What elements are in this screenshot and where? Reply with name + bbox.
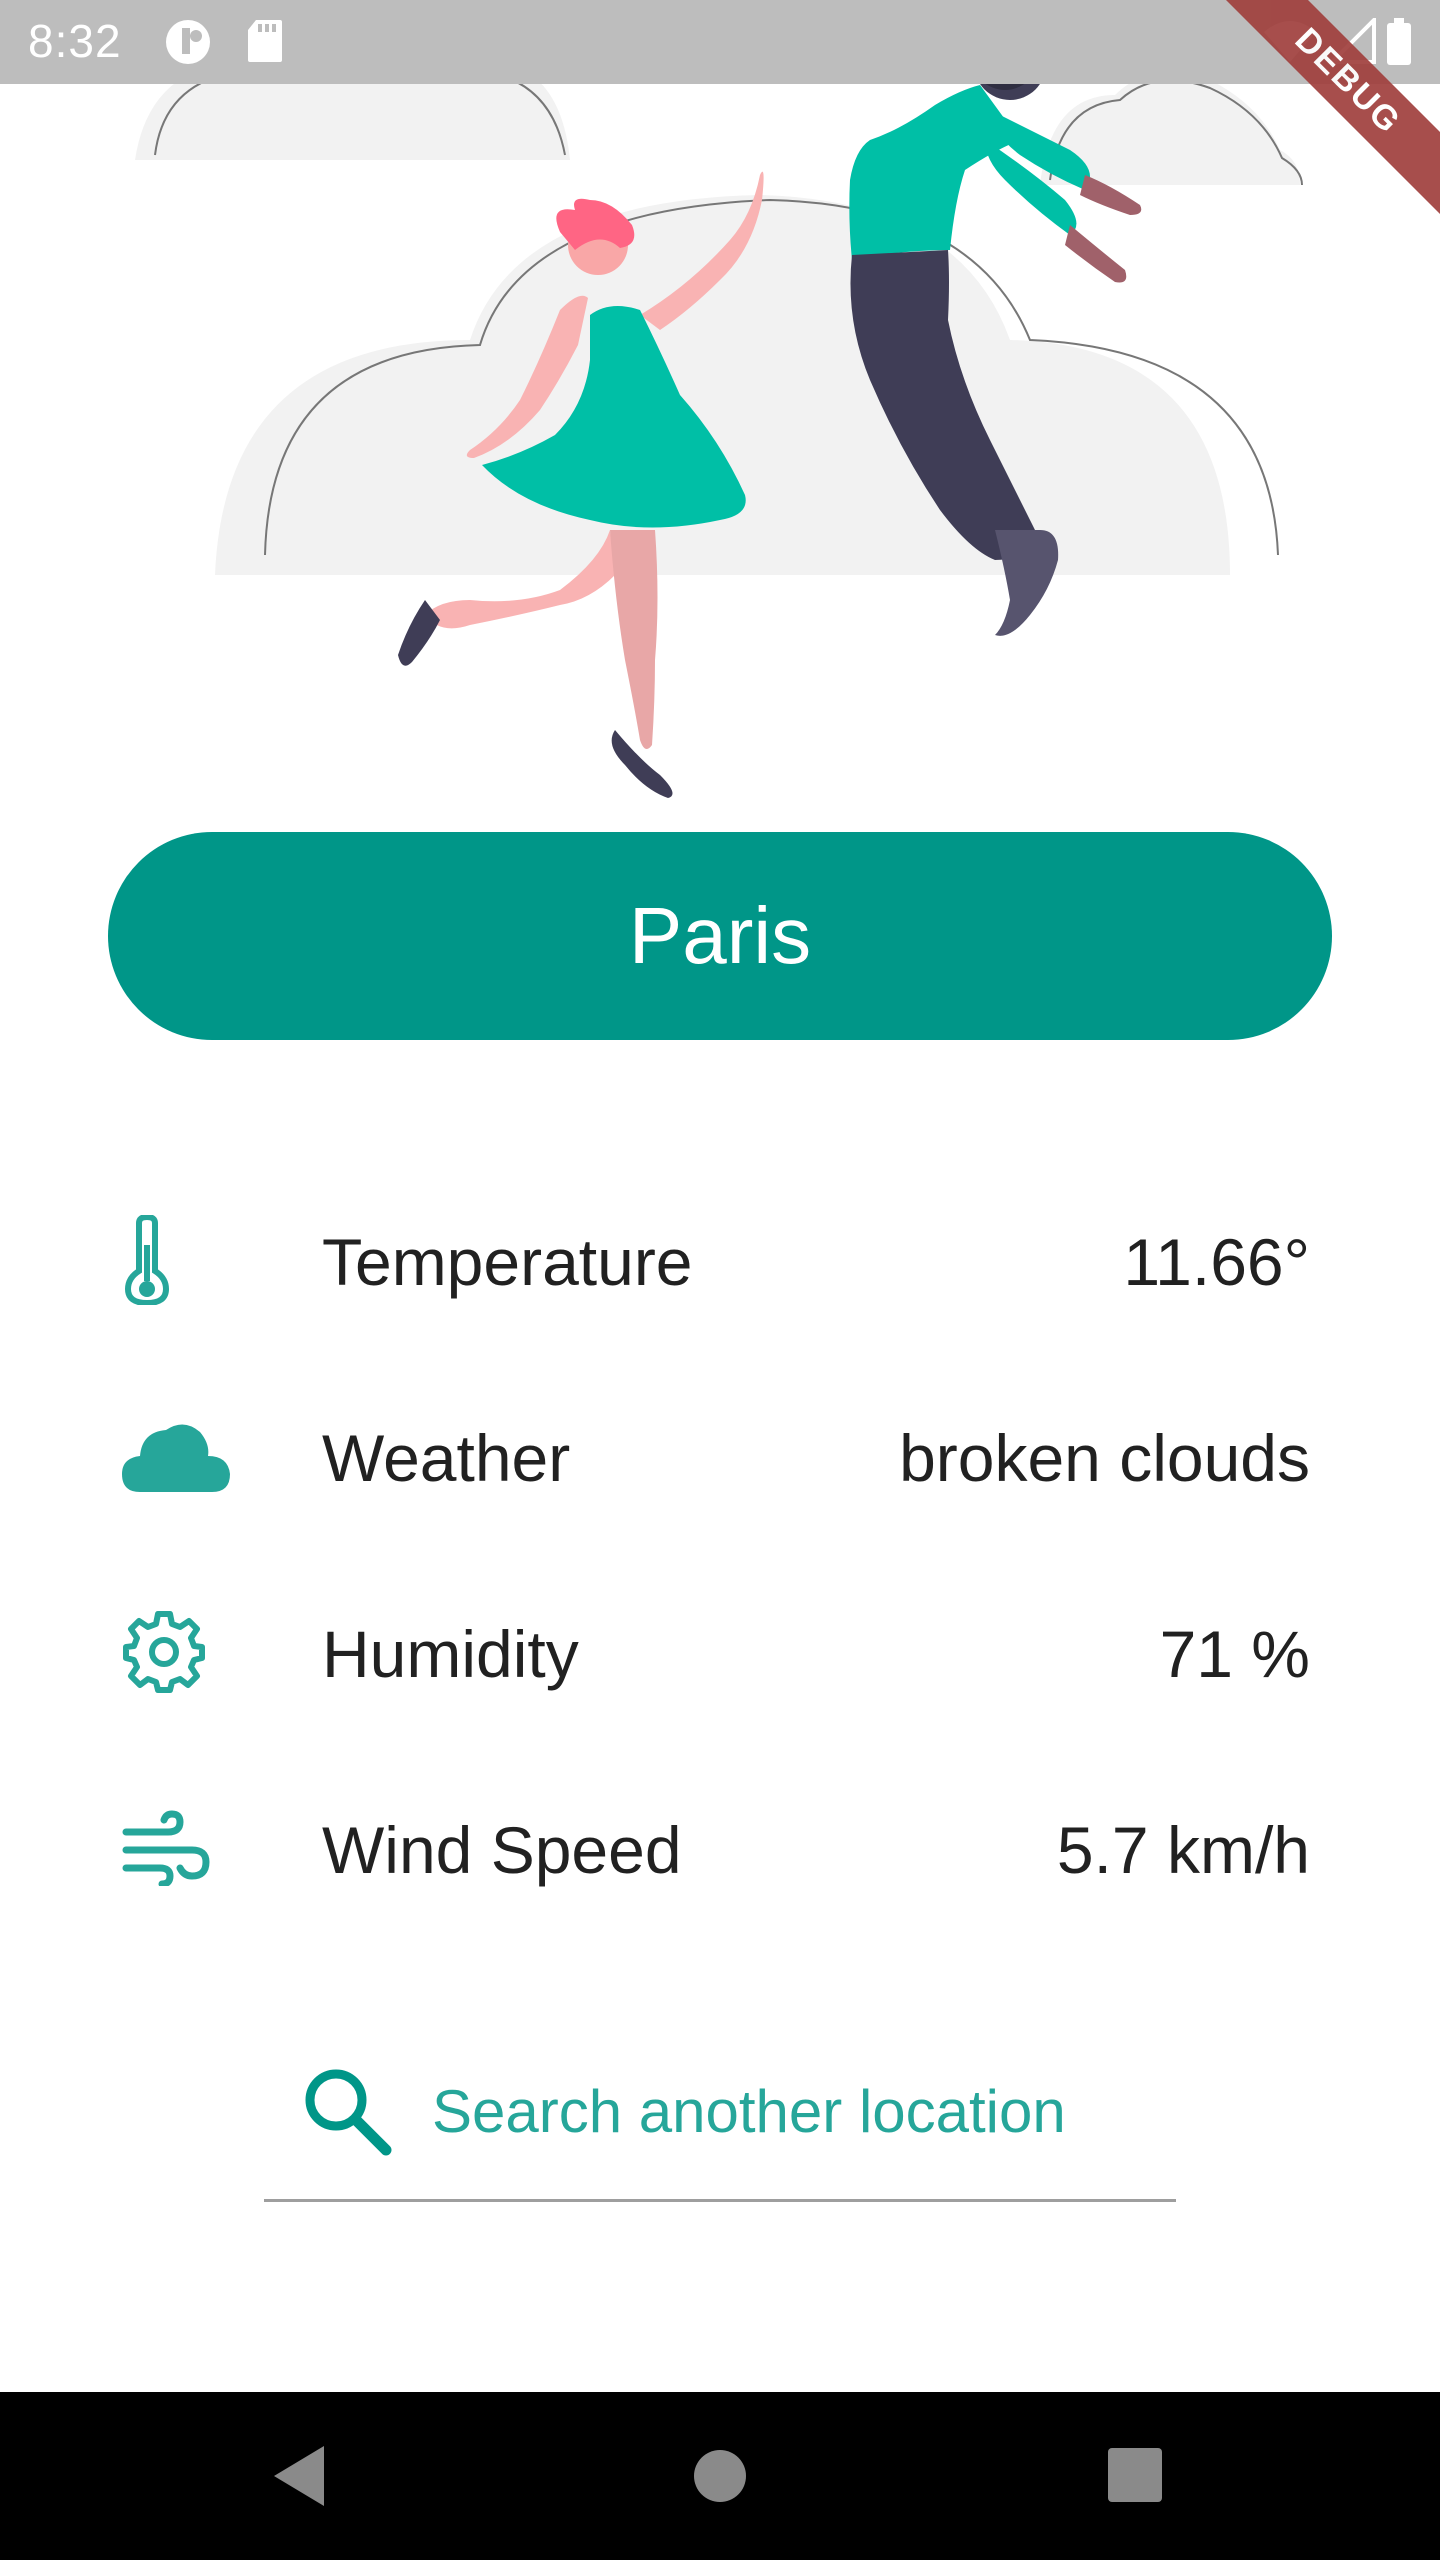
weather-row: Weather broken clouds bbox=[0, 1396, 1440, 1516]
city-name-button[interactable]: Paris bbox=[108, 832, 1332, 1040]
navigation-bar bbox=[0, 2392, 1440, 2560]
humidity-row: Humidity 71 % bbox=[0, 1592, 1440, 1712]
dancing-couple-illustration bbox=[135, 8, 1303, 798]
wind-speed-value: 5.7 km/h bbox=[1056, 1813, 1310, 1887]
recents-icon[interactable] bbox=[1096, 2436, 1176, 2516]
sd-card-icon bbox=[246, 18, 284, 64]
temperature-row: Temperature 11.66° bbox=[0, 1200, 1440, 1320]
back-icon[interactable] bbox=[262, 2436, 342, 2516]
home-icon[interactable] bbox=[680, 2436, 760, 2516]
temperature-label: Temperature bbox=[322, 1225, 693, 1299]
gear-icon bbox=[122, 1592, 242, 1712]
weather-label: Weather bbox=[322, 1421, 571, 1495]
app-notification-icon bbox=[162, 18, 214, 66]
search-input[interactable] bbox=[432, 2066, 1152, 2156]
humidity-label: Humidity bbox=[322, 1617, 579, 1691]
search-icon[interactable] bbox=[298, 2062, 394, 2158]
thermometer-icon bbox=[122, 1200, 242, 1320]
battery-icon bbox=[1386, 18, 1412, 66]
wind-icon bbox=[122, 1788, 242, 1908]
search-field[interactable] bbox=[264, 2040, 1176, 2202]
wind-speed-label: Wind Speed bbox=[322, 1813, 682, 1887]
wifi-icon bbox=[1262, 18, 1318, 64]
cloud-icon bbox=[122, 1396, 242, 1516]
wind-speed-row: Wind Speed 5.7 km/h bbox=[0, 1788, 1440, 1908]
humidity-value: 71 % bbox=[1159, 1617, 1310, 1691]
hero-illustration bbox=[0, 0, 1440, 820]
status-time: 8:32 bbox=[28, 15, 122, 67]
status-bar: 8:32 bbox=[0, 0, 1440, 84]
weather-value: broken clouds bbox=[899, 1421, 1310, 1495]
temperature-value: 11.66° bbox=[1123, 1225, 1310, 1299]
signal-icon bbox=[1330, 18, 1376, 64]
